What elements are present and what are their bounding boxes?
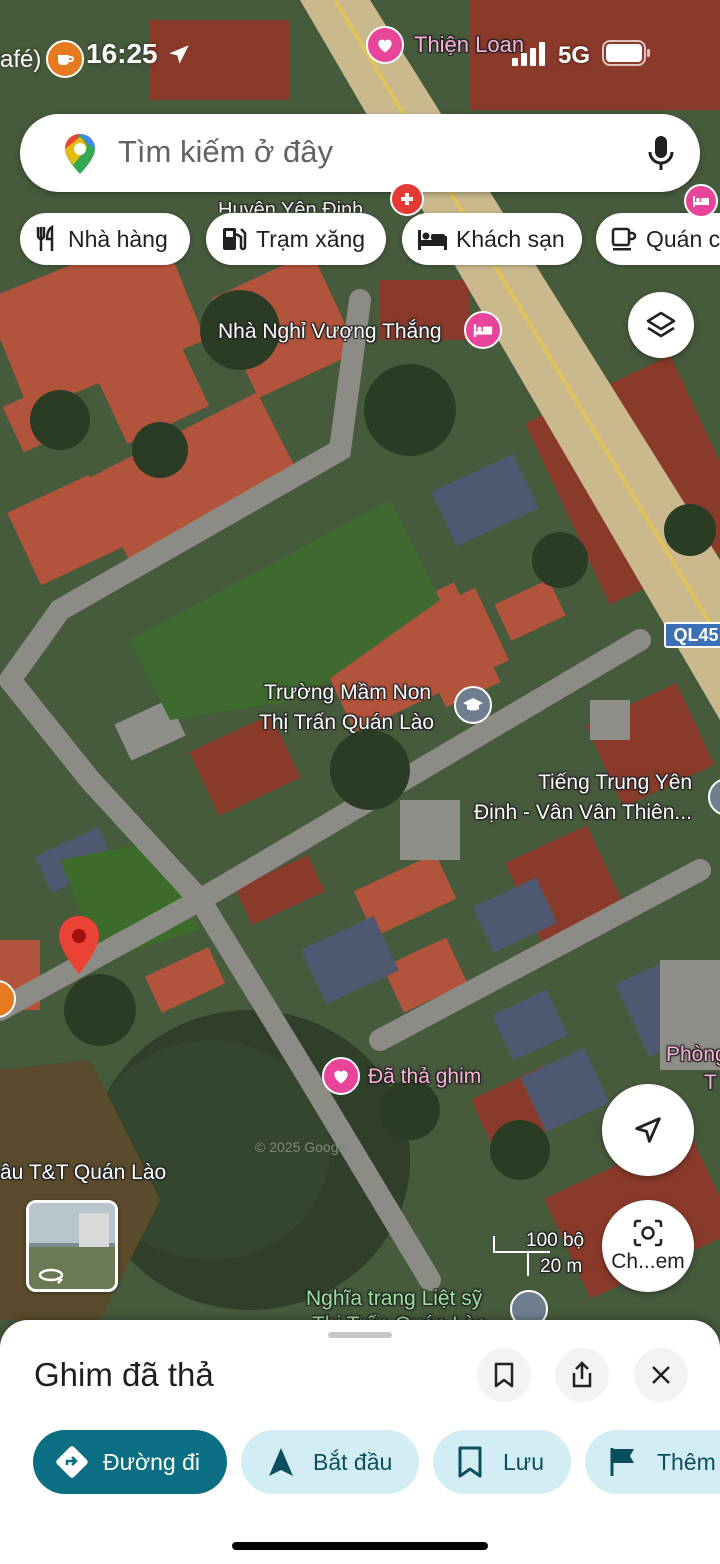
sheet-title: Ghim đã thả — [34, 1356, 214, 1393]
sheet-handle[interactable] — [328, 1332, 392, 1338]
close-icon — [652, 1366, 670, 1384]
map-label-guesthouse[interactable]: Nhà Nghỉ Vượng Thắng — [218, 319, 442, 344]
lens-label: Ch...em — [611, 1250, 685, 1273]
carrier-label: Thiện Loan — [414, 32, 525, 57]
bookmark-icon — [494, 1362, 514, 1388]
place-sheet[interactable]: Ghim đã thả Đường đi Bắt đầu Lưu Thêm — [0, 1320, 720, 1564]
directions-label: Đường đi — [103, 1448, 200, 1475]
navigate-arrow-icon — [269, 1448, 293, 1476]
rotate-360-icon — [37, 1265, 65, 1289]
map-label-right-place-2[interactable]: T — [704, 1070, 717, 1095]
fork-knife-icon — [36, 225, 54, 251]
map-label-school-2[interactable]: Thị Trấn Quán Lào — [259, 710, 434, 735]
start-label: Bắt đầu — [313, 1448, 393, 1475]
layers-button[interactable] — [628, 292, 694, 358]
coffee-icon — [611, 227, 637, 251]
chip-label: Trạm xăng — [256, 225, 366, 252]
directions-icon — [56, 1446, 88, 1478]
status-bar: afé) 16:25 Thiện Loan 5G — [0, 0, 720, 100]
microphone-icon[interactable] — [646, 134, 676, 177]
chip-cafes[interactable]: Quán c — [596, 213, 720, 265]
highway-shield: QL45 — [664, 622, 720, 648]
bed-icon — [418, 230, 447, 250]
start-button[interactable]: Bắt đầu — [241, 1430, 419, 1494]
location-arrow-icon — [166, 42, 192, 73]
gas-station-icon — [223, 228, 247, 251]
save-button[interactable]: Lưu — [433, 1430, 571, 1494]
map-label-school-1[interactable]: Trường Mầm Non — [264, 680, 431, 705]
status-left-fragment: afé) — [0, 46, 42, 73]
map-label-dropped-pin[interactable]: Đã thả ghim — [368, 1064, 481, 1089]
my-location-button[interactable] — [602, 1084, 694, 1176]
map-label-right-place-1[interactable]: Phòng — [666, 1042, 720, 1067]
school-poi-icon[interactable] — [454, 686, 492, 724]
share-button[interactable] — [555, 1348, 609, 1402]
add-label-text: Thêm — [657, 1448, 716, 1475]
status-time: 16:25 — [86, 38, 158, 69]
saved-heart-icon[interactable] — [322, 1057, 360, 1095]
add-label-button[interactable]: Thêm — [585, 1430, 720, 1494]
share-icon — [572, 1361, 592, 1388]
bookmark-outline-icon — [458, 1446, 482, 1478]
map-label-chinese-1[interactable]: Tiếng Trung Yên — [538, 770, 692, 795]
scale-metric: 20 m — [540, 1256, 583, 1277]
signal-bars-icon — [512, 42, 548, 71]
battery-icon — [602, 40, 652, 71]
hotel-poi-icon-edge[interactable] — [684, 184, 718, 218]
flag-icon — [610, 1448, 634, 1476]
chip-gas-stations[interactable]: Trạm xăng — [206, 213, 386, 265]
scale-imperial: 100 bộ — [526, 1230, 585, 1251]
save-label: Lưu — [503, 1448, 544, 1475]
map-watermark: © 2025 Google — [255, 1139, 350, 1155]
coffee-shop-icon[interactable] — [46, 40, 84, 78]
chip-label: Khách sạn — [456, 225, 565, 252]
map-scale: 100 bộ 20 m — [492, 1230, 592, 1280]
directions-button[interactable]: Đường đi — [33, 1430, 227, 1494]
lens-button[interactable]: Ch...em — [602, 1200, 694, 1292]
save-bookmark-button[interactable] — [477, 1348, 531, 1402]
network-label: 5G — [558, 42, 591, 69]
home-indicator[interactable] — [232, 1542, 488, 1550]
dropped-pin-marker[interactable] — [56, 914, 102, 981]
hospital-poi-icon[interactable] — [390, 182, 424, 216]
street-view-thumbnail[interactable] — [26, 1200, 118, 1292]
map-label-chinese-2[interactable]: Định - Vân Vân Thiên... — [474, 800, 692, 825]
search-bar[interactable]: Tìm kiếm ở đây — [20, 114, 700, 192]
camera-lens-icon — [633, 1219, 663, 1247]
chip-label: Quán c — [646, 225, 720, 252]
search-input[interactable]: Tìm kiếm ở đây — [118, 134, 333, 170]
layers-icon — [646, 311, 676, 338]
favorite-heart-icon[interactable] — [366, 26, 404, 64]
chip-restaurants[interactable]: Nhà hàng — [20, 213, 190, 265]
highway-label: QL45 — [673, 624, 719, 645]
map-label-cemetery-1[interactable]: Nghĩa trang Liệt sỹ — [306, 1286, 482, 1311]
map-label-left-place[interactable]: âu T&T Quán Lào — [0, 1160, 166, 1185]
hotel-poi-icon[interactable] — [464, 311, 502, 349]
close-button[interactable] — [634, 1348, 688, 1402]
chip-label: Nhà hàng — [68, 225, 168, 252]
chip-hotels[interactable]: Khách sạn — [402, 213, 582, 265]
google-maps-pin-icon — [60, 132, 100, 181]
navigation-arrow-icon — [635, 1117, 661, 1143]
